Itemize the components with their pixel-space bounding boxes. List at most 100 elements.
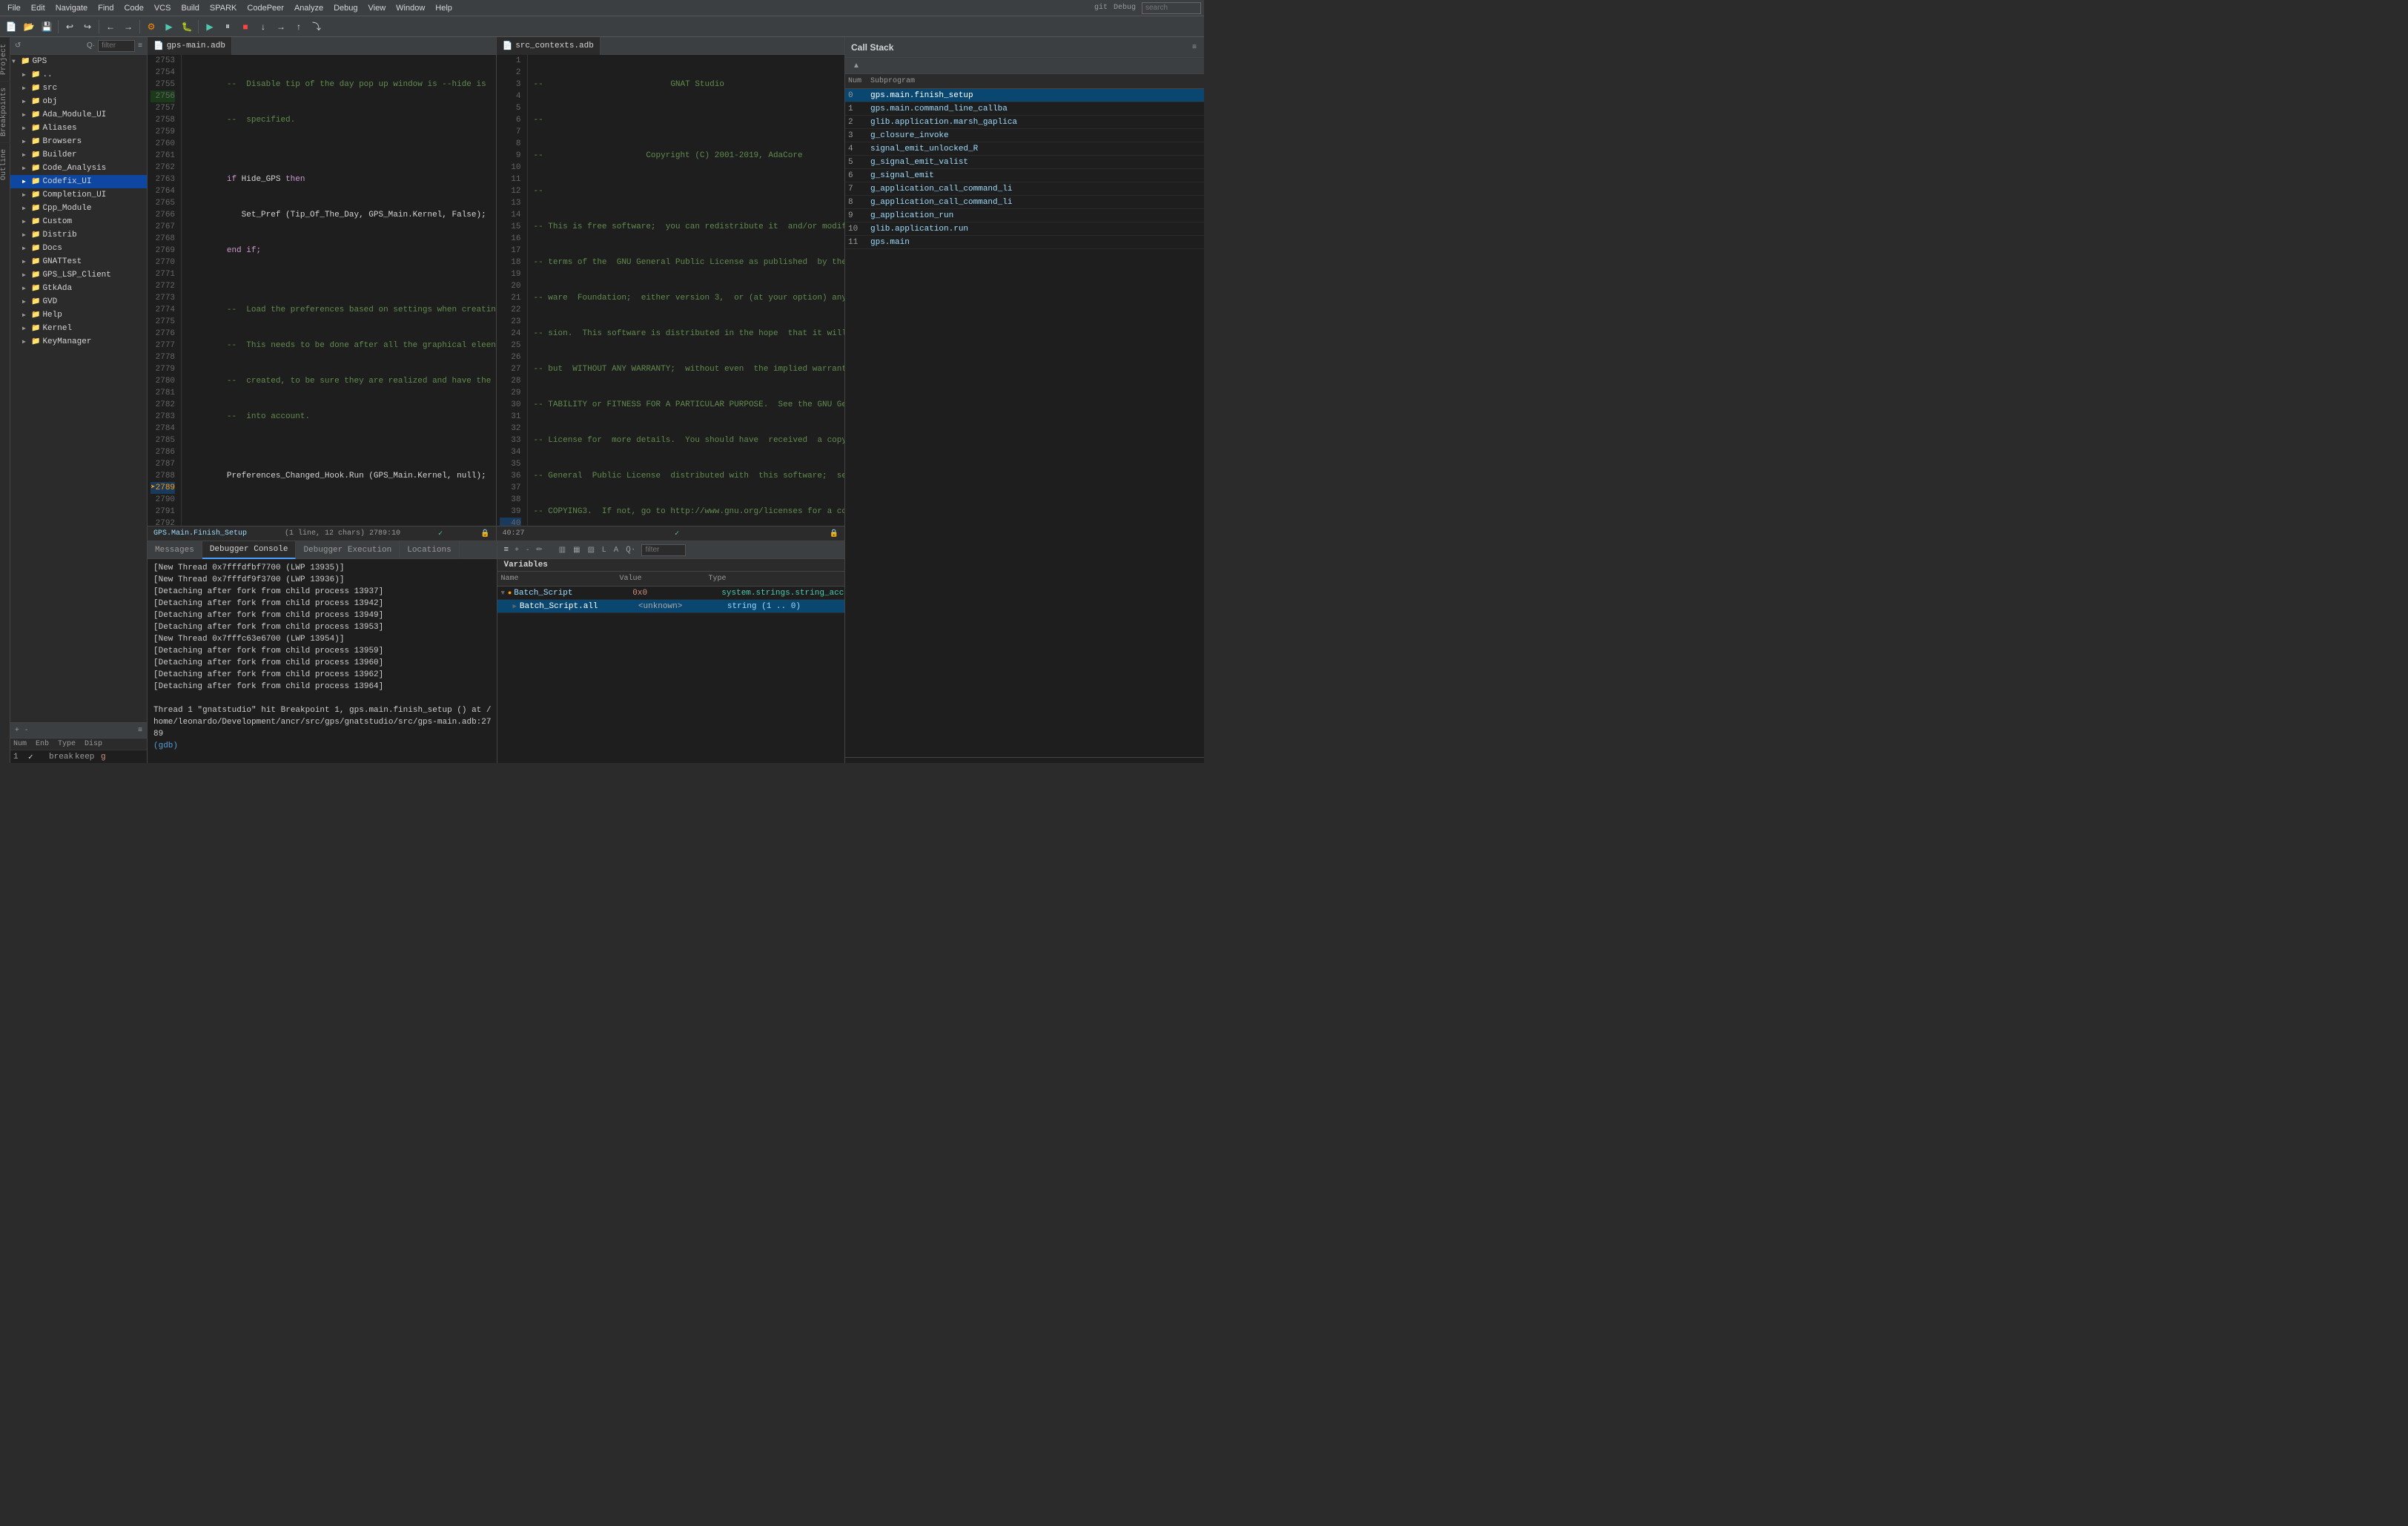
callstack-row-5[interactable]: 5 g_signal_emit_valist <box>845 156 1204 169</box>
debug-step-over-button[interactable]: → <box>273 19 289 35</box>
callstack-row-0[interactable]: 0 gps.main.finish_setup <box>845 89 1204 102</box>
variables-filter-input[interactable] <box>641 544 686 556</box>
build-button[interactable]: ⚙ <box>143 19 159 35</box>
breakpoints-side-label[interactable]: Breakpoints <box>0 81 10 142</box>
variables-menu-icon[interactable]: ≡ <box>503 546 509 555</box>
menubar-spark[interactable]: SPARK <box>205 2 241 14</box>
vars-remove-btn[interactable]: - <box>525 546 530 554</box>
editor-content-left[interactable]: 2753 2754 2755 2756 2757 2758 2759 2760 … <box>148 55 496 526</box>
tree-item-distrib[interactable]: ▶ 📁 Distrib <box>10 228 147 242</box>
menubar-navigate[interactable]: Navigate <box>51 2 92 14</box>
tree-item-dotdot[interactable]: ▶ 📁 .. <box>10 68 147 82</box>
tree-item-gps-lsp-client[interactable]: ▶ 📁 GPS_LSP_Client <box>10 268 147 282</box>
vars-view3-btn[interactable]: ▧ <box>586 546 596 554</box>
callstack-row-3[interactable]: 3 g_closure_invoke <box>845 129 1204 142</box>
vars-view4-btn[interactable]: L <box>601 546 608 554</box>
forward-button[interactable]: → <box>120 19 136 35</box>
debug-stop-button[interactable]: ■ <box>237 19 254 35</box>
debug-next-button[interactable]: ⤵ <box>308 19 325 35</box>
variable-row-batch-script[interactable]: ▼ ● Batch_Script 0x0 system.strings.stri… <box>497 587 844 600</box>
debug-pause-button[interactable]: ⏸ <box>219 19 236 35</box>
vars-view1-btn[interactable]: ▥ <box>558 546 567 554</box>
panel-tab-locations[interactable]: Locations <box>400 541 459 559</box>
tree-item-custom[interactable]: ▶ 📁 Custom <box>10 215 147 228</box>
menubar-code[interactable]: Code <box>120 2 148 14</box>
tree-item-ada-module-ui[interactable]: ▶ 📁 Ada_Module_UI <box>10 108 147 122</box>
tree-item-gvd[interactable]: ▶ 📁 GVD <box>10 295 147 308</box>
callstack-row-9[interactable]: 9 g_application_run <box>845 209 1204 222</box>
back-button[interactable]: ← <box>102 19 119 35</box>
bp-menu-btn[interactable]: ≡ <box>136 726 144 734</box>
callstack-menu-btn[interactable]: ≡ <box>1191 43 1198 51</box>
tree-item-gtkada[interactable]: ▶ 📁 GtkAda <box>10 282 147 295</box>
callstack-row-11[interactable]: 11 gps.main <box>845 236 1204 249</box>
callstack-row-6[interactable]: 6 g_signal_emit <box>845 169 1204 182</box>
debug-step-out-button[interactable]: ↑ <box>291 19 307 35</box>
callstack-scrollbar[interactable] <box>845 757 1204 763</box>
sidebar-filter-btn[interactable]: Q· <box>85 42 96 50</box>
debug-continue-button[interactable]: ▶ <box>202 19 218 35</box>
menubar-build[interactable]: Build <box>176 2 203 14</box>
vars-add-btn[interactable]: + <box>513 546 520 554</box>
bp-remove-btn[interactable]: - <box>24 726 29 734</box>
menubar-view[interactable]: View <box>364 2 391 14</box>
debug-step-into-button[interactable]: ↓ <box>255 19 271 35</box>
tree-item-code-analysis[interactable]: ▶ 📁 Code_Analysis <box>10 162 147 175</box>
debug-start-button[interactable]: 🐛 <box>179 19 195 35</box>
sidebar-menu-btn[interactable]: ≡ <box>136 42 144 50</box>
vars-view5-btn[interactable]: A <box>612 546 621 554</box>
menubar-debug[interactable]: Debug <box>329 2 362 14</box>
callstack-row-2[interactable]: 2 glib.application.marsh_gaplica <box>845 116 1204 129</box>
bp-add-btn[interactable]: + <box>13 726 21 734</box>
outline-side-label[interactable]: Outline <box>0 142 10 186</box>
vars-edit-btn[interactable]: ✏ <box>535 546 543 554</box>
menubar-file[interactable]: File <box>3 2 25 14</box>
project-side-label[interactable]: Project <box>0 37 10 81</box>
tree-item-completion-ui[interactable]: ▶ 📁 Completion_UI <box>10 188 147 202</box>
new-button[interactable]: 📄 <box>3 19 19 35</box>
run-button[interactable]: ▶ <box>161 19 177 35</box>
vars-view2-btn[interactable]: ▦ <box>572 546 581 554</box>
tree-item-obj[interactable]: ▶ 📁 obj <box>10 95 147 108</box>
editor-tab-src-contexts[interactable]: 📄 src_contexts.adb <box>497 37 601 55</box>
tree-item-src[interactable]: ▶ 📁 src <box>10 82 147 95</box>
panel-tab-messages[interactable]: Messages <box>148 541 202 559</box>
undo-button[interactable]: ↩ <box>62 19 78 35</box>
debugger-console-content[interactable]: [New Thread 0x7fffdfbf7700 (LWP 13935)] … <box>148 559 497 763</box>
tree-item-kernel[interactable]: ▶ 📁 Kernel <box>10 322 147 335</box>
breakpoint-row-1[interactable]: 1 ✓ break keep g <box>10 750 147 763</box>
tree-item-gps[interactable]: ▼ 📁 GPS <box>10 55 147 68</box>
editor-tab-gps-main[interactable]: 📄 gps-main.adb <box>148 37 232 55</box>
sidebar-filter-input[interactable] <box>98 40 135 52</box>
sidebar-refresh-btn[interactable]: ↺ <box>13 42 22 50</box>
variable-row-batch-script-all[interactable]: ▶ Batch_Script.all <unknown> string (1 .… <box>497 600 844 613</box>
tree-item-help[interactable]: ▶ 📁 Help <box>10 308 147 322</box>
tree-item-builder[interactable]: ▶ 📁 Builder <box>10 148 147 162</box>
tree-item-cpp-module[interactable]: ▶ 📁 Cpp_Module <box>10 202 147 215</box>
callstack-row-7[interactable]: 7 g_application_call_command_li <box>845 182 1204 196</box>
callstack-row-1[interactable]: 1 gps.main.command_line_callba <box>845 102 1204 116</box>
tree-item-browsers[interactable]: ▶ 📁 Browsers <box>10 135 147 148</box>
callstack-up-btn[interactable]: ▲ <box>851 62 861 70</box>
editor-content-right[interactable]: 1 2 3 4 5 6 7 8 9 10 <box>497 55 845 526</box>
panel-tab-debugger-execution[interactable]: Debugger Execution <box>296 541 400 559</box>
menubar-edit[interactable]: Edit <box>27 2 50 14</box>
save-button[interactable]: 💾 <box>39 19 55 35</box>
menubar-find[interactable]: Find <box>93 2 118 14</box>
menubar-help[interactable]: Help <box>431 2 457 14</box>
menubar-window[interactable]: Window <box>391 2 429 14</box>
tree-item-gnattest[interactable]: ▶ 📁 GNATTest <box>10 255 147 268</box>
menubar-analyze[interactable]: Analyze <box>290 2 328 14</box>
tree-item-docs[interactable]: ▶ 📁 Docs <box>10 242 147 255</box>
callstack-row-4[interactable]: 4 signal_emit_unlocked_R <box>845 142 1204 156</box>
search-input[interactable] <box>1142 2 1201 14</box>
menubar-codepeer[interactable]: CodePeer <box>242 2 288 14</box>
tree-item-codefix-ui[interactable]: ▶ 📁 Codefix_UI <box>10 175 147 188</box>
callstack-row-8[interactable]: 8 g_application_call_command_li <box>845 196 1204 209</box>
tree-item-aliases[interactable]: ▶ 📁 Aliases <box>10 122 147 135</box>
tree-item-keymanager[interactable]: ▶ 📁 KeyManager <box>10 335 147 349</box>
menubar-vcs[interactable]: VCS <box>150 2 176 14</box>
redo-button[interactable]: ↪ <box>79 19 96 35</box>
callstack-row-10[interactable]: 10 glib.application.run <box>845 222 1204 236</box>
open-button[interactable]: 📂 <box>21 19 37 35</box>
